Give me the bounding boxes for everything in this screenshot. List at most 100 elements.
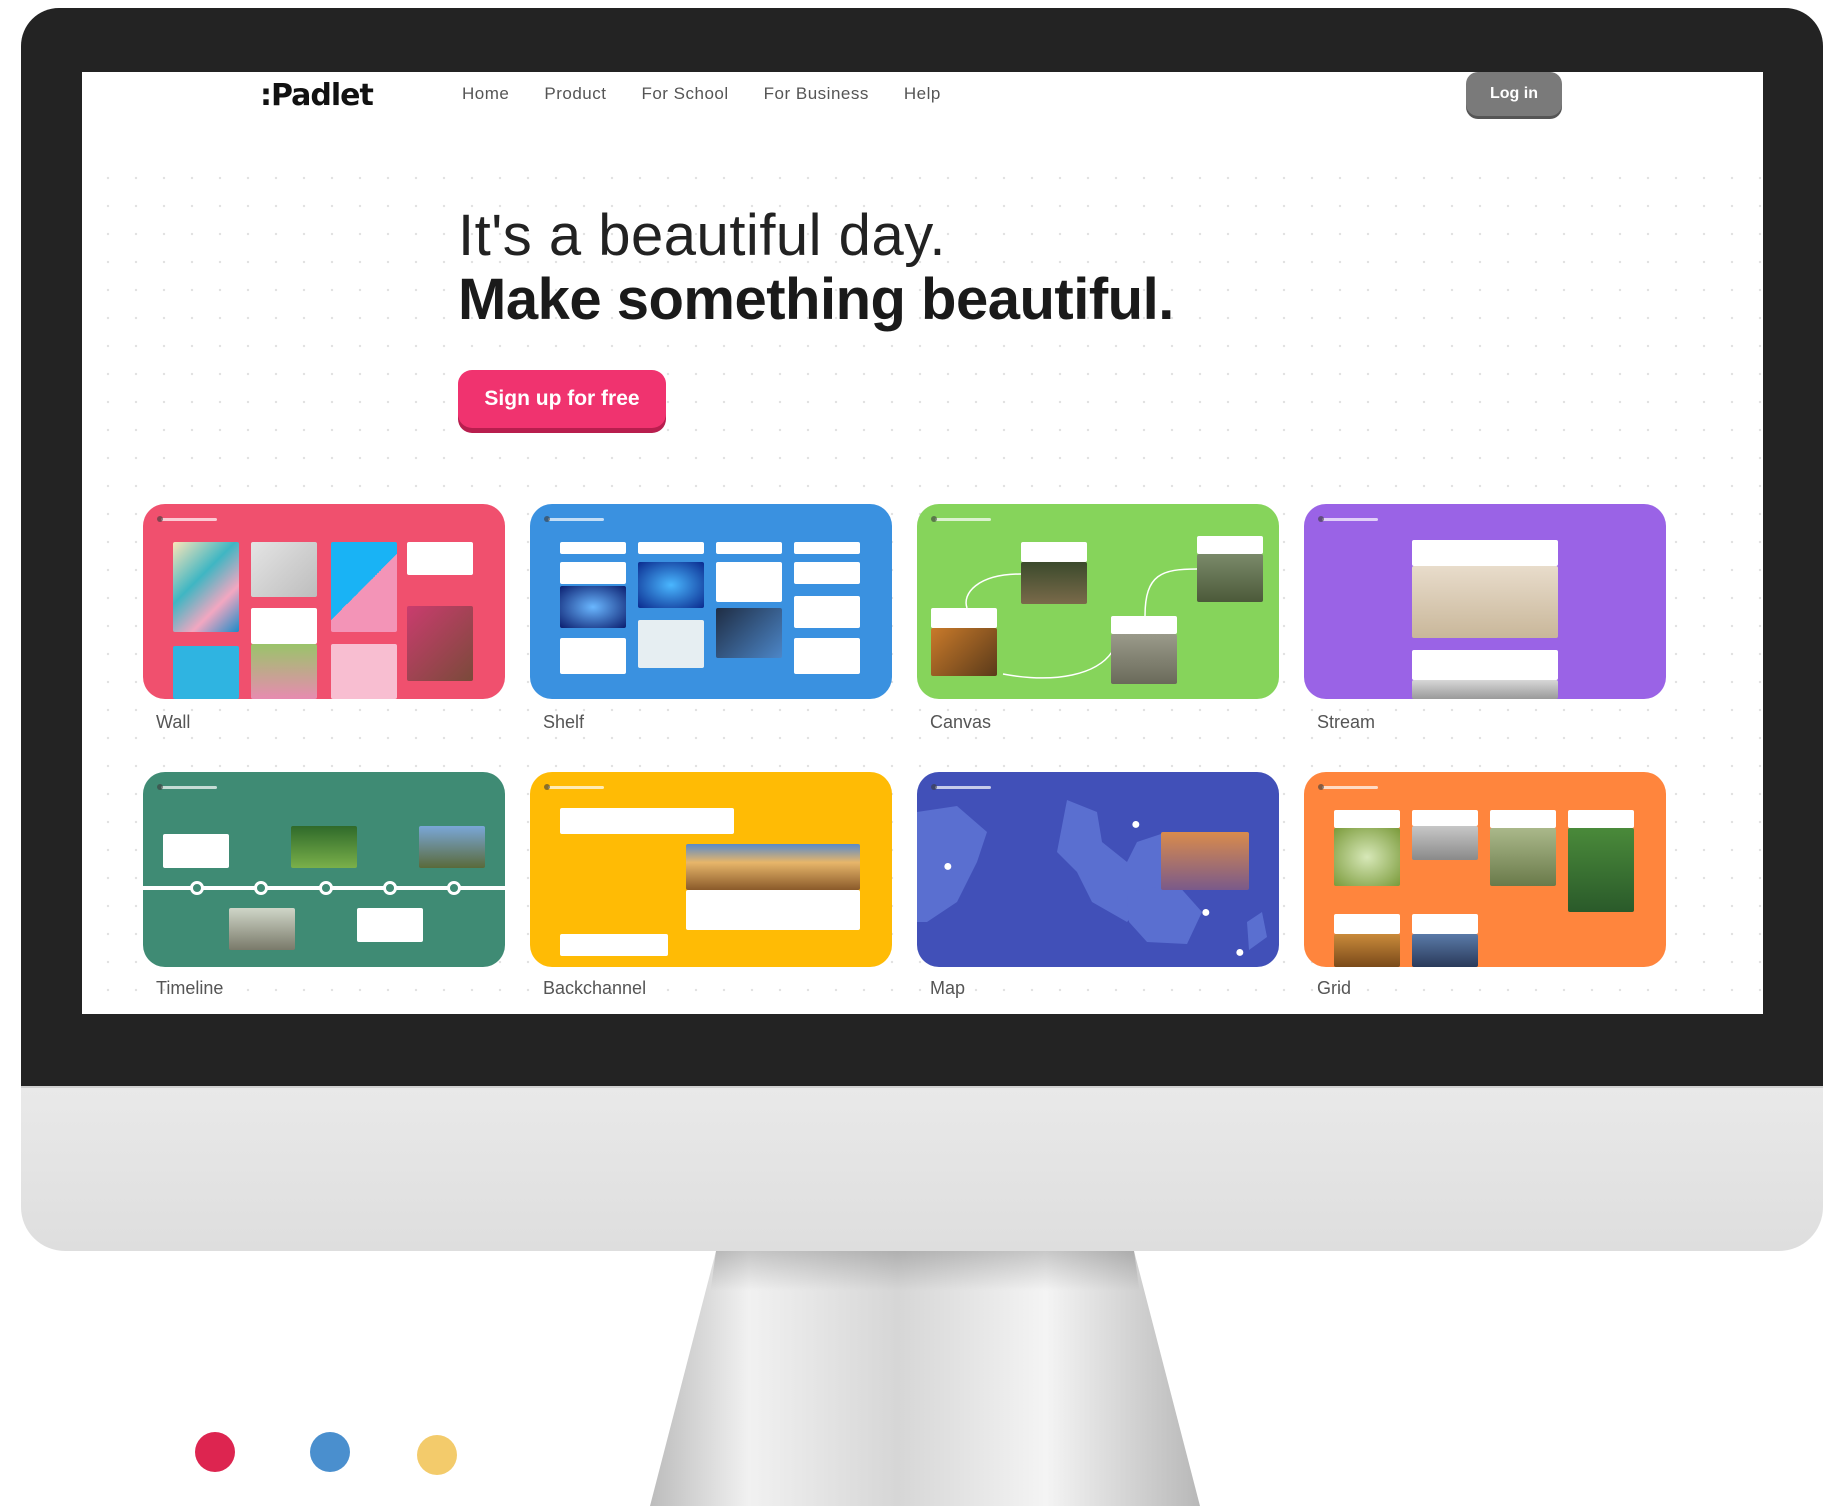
- thumbnail-image: [560, 586, 626, 628]
- decor-dot-red: [195, 1432, 235, 1472]
- timeline-node: [447, 881, 461, 895]
- decor-dot-blue: [310, 1432, 350, 1472]
- format-label-map: Map: [930, 978, 966, 998]
- thumbnail-image: [1412, 934, 1478, 967]
- text-tile: [1021, 542, 1087, 562]
- thumbnail-image: [331, 542, 397, 632]
- format-card-map[interactable]: ● ● ● ●: [917, 772, 1279, 967]
- hero-headline-line1: It's a beautiful day.: [458, 203, 947, 268]
- thumbnail-image: [716, 608, 782, 658]
- text-tile: [357, 908, 423, 942]
- text-tile: [1490, 810, 1556, 828]
- text-tile: [794, 638, 860, 674]
- thumbnail-image: [686, 844, 860, 890]
- text-tile: [560, 638, 626, 674]
- format-label-backchannel: Backchannel: [543, 978, 647, 998]
- column-header: [638, 542, 704, 554]
- chat-bubble: [560, 934, 668, 956]
- map-pin-icon: ●: [943, 858, 953, 875]
- text-tile: [560, 562, 626, 584]
- format-card-grid[interactable]: [1304, 772, 1666, 967]
- text-tile: [794, 596, 860, 628]
- column-header: [716, 542, 782, 554]
- thumbnail-image: [173, 542, 239, 632]
- thumbnail-image: [331, 644, 397, 699]
- decor-dot-yellow: [417, 1435, 457, 1475]
- card-header-line: [1318, 784, 1378, 790]
- format-card-backchannel[interactable]: [530, 772, 892, 967]
- thumbnail-image: [1021, 562, 1087, 604]
- format-card-stream[interactable]: [1304, 504, 1666, 699]
- format-card-wall[interactable]: [143, 504, 505, 699]
- text-tile: [716, 562, 782, 602]
- format-card-timeline[interactable]: [143, 772, 505, 967]
- thumbnail-image: [1490, 828, 1556, 886]
- thumbnail-image: [1161, 832, 1249, 890]
- text-tile: [1568, 810, 1634, 828]
- thumbnail-image: [1412, 566, 1558, 638]
- screen: :Padlet Home Product For School For Busi…: [82, 72, 1763, 1014]
- thumbnail-image: [251, 542, 317, 597]
- map-thumbnail: [638, 620, 704, 668]
- nav-link-help[interactable]: Help: [904, 84, 941, 104]
- nav-link-for-business[interactable]: For Business: [764, 84, 869, 104]
- thumbnail-image: [407, 606, 473, 681]
- card-header-line: [1318, 516, 1378, 522]
- thumbnail-image: [291, 826, 357, 868]
- map-pin-icon: ●: [1235, 944, 1245, 961]
- nav-link-for-school[interactable]: For School: [641, 84, 728, 104]
- card-header-line: [157, 784, 217, 790]
- thumbnail-image: [638, 562, 704, 608]
- text-tile: [1111, 616, 1177, 634]
- login-button[interactable]: Log in: [1466, 72, 1562, 116]
- text-tile: [794, 562, 860, 584]
- thumbnail-image: [1197, 554, 1263, 602]
- timeline-node: [319, 881, 333, 895]
- card-header-line: [544, 784, 604, 790]
- text-tile: [1197, 536, 1263, 554]
- format-label-shelf: Shelf: [543, 712, 585, 732]
- top-nav: :Padlet Home Product For School For Busi…: [82, 72, 1763, 164]
- text-tile: [163, 834, 229, 868]
- thumbnail-image: [419, 826, 485, 868]
- nav-link-product[interactable]: Product: [544, 84, 606, 104]
- thumbnail-image: [1334, 934, 1400, 967]
- thumbnail-image: [1412, 826, 1478, 860]
- text-tile: [1334, 914, 1400, 934]
- thumbnail-image: [931, 628, 997, 676]
- hero-headline-line2: Make something beautiful.: [458, 267, 1174, 332]
- monitor-stand-shadow: [710, 1251, 1140, 1291]
- map-pin-icon: ●: [1131, 816, 1141, 833]
- text-tile: [1412, 810, 1478, 826]
- timeline-node: [383, 881, 397, 895]
- text-tile: [407, 542, 473, 575]
- format-label-canvas: Canvas: [930, 712, 992, 732]
- format-label-timeline: Timeline: [156, 978, 224, 998]
- thumbnail-image: [1334, 828, 1400, 886]
- chat-bubble: [686, 890, 860, 930]
- column-header: [794, 542, 860, 554]
- column-header: [560, 542, 626, 554]
- timeline-node: [254, 881, 268, 895]
- text-tile: [1412, 650, 1558, 680]
- text-tile: [1412, 914, 1478, 934]
- format-label-wall: Wall: [156, 712, 191, 732]
- nav-link-home[interactable]: Home: [462, 84, 509, 104]
- format-card-shelf[interactable]: [530, 504, 892, 699]
- timeline-node: [190, 881, 204, 895]
- text-tile: [1412, 540, 1558, 566]
- thumbnail-image: [229, 908, 295, 950]
- nav-links: Home Product For School For Business Hel…: [462, 84, 976, 104]
- format-label-grid: Grid: [1317, 978, 1352, 998]
- format-card-canvas[interactable]: [917, 504, 1279, 699]
- thumbnail-image: [1412, 680, 1558, 699]
- text-tile: [931, 608, 997, 628]
- thumbnail-image: [1111, 634, 1177, 684]
- text-tile: [1334, 810, 1400, 828]
- padlet-logo[interactable]: :Padlet: [260, 78, 374, 113]
- thumbnail-image: [251, 644, 317, 699]
- chat-bubble: [560, 808, 734, 834]
- signup-button[interactable]: Sign up for free: [458, 370, 666, 428]
- map-pin-icon: ●: [1201, 904, 1211, 921]
- card-header-line: [157, 516, 217, 522]
